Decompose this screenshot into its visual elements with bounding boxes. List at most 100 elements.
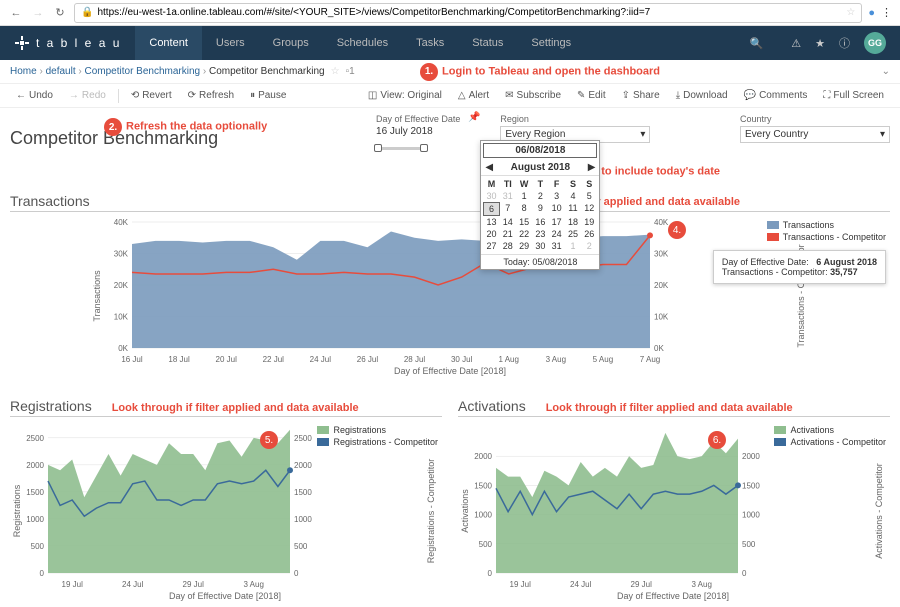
svg-text:500: 500 xyxy=(479,540,493,549)
activations-title: Activations xyxy=(458,398,526,414)
nav-groups[interactable]: Groups xyxy=(259,26,323,60)
calendar-day[interactable]: 16 xyxy=(532,216,548,228)
view-button[interactable]: ◫ View: Original xyxy=(362,88,448,103)
datepicker-current[interactable]: 06/08/2018 xyxy=(483,143,597,158)
nav-users[interactable]: Users xyxy=(202,26,259,60)
url-bar[interactable]: 🔒 ☆ xyxy=(74,3,862,23)
registrations-chart[interactable]: 0050050010001000150015002000200025002500… xyxy=(10,421,440,601)
breadcrumb-item[interactable]: Home xyxy=(10,66,37,77)
menu-icon[interactable]: ⋮ xyxy=(881,6,892,19)
svg-text:500: 500 xyxy=(31,542,45,551)
chevron-down-icon[interactable]: ⌄ xyxy=(882,66,890,77)
calendar-day[interactable]: 4 xyxy=(565,190,581,202)
calendar-day[interactable]: 18 xyxy=(565,216,581,228)
datepicker-today[interactable]: Today: 05/08/2018 xyxy=(481,254,599,269)
calendar-day[interactable]: 30 xyxy=(483,190,499,202)
calendar-day[interactable]: 13 xyxy=(483,216,499,228)
calendar-day[interactable]: 8 xyxy=(516,202,532,216)
callout-2: Refresh the data optionally xyxy=(126,121,267,133)
svg-text:Transactions: Transactions xyxy=(92,270,102,322)
alert-icon[interactable]: ⚠ xyxy=(791,37,801,50)
datepicker: 06/08/2018 ◀ August 2018 ▶ MTIWTFSS30311… xyxy=(480,140,600,270)
reload-icon[interactable]: ↻ xyxy=(52,5,68,21)
transactions-chart-wrap: Look through if filter applied and data … xyxy=(10,216,890,386)
svg-text:1500: 1500 xyxy=(474,481,492,490)
nav-content[interactable]: Content xyxy=(135,26,202,60)
svg-text:30K: 30K xyxy=(654,250,669,259)
info-icon[interactable]: ⓘ xyxy=(839,35,850,51)
star-icon[interactable]: ☆ xyxy=(846,7,855,18)
svg-text:7 Aug: 7 Aug xyxy=(640,355,660,364)
calendar-day[interactable]: 20 xyxy=(483,228,499,240)
calendar-day[interactable]: 5 xyxy=(581,190,597,202)
calendar-day[interactable]: 27 xyxy=(483,240,499,252)
nav-settings[interactable]: Settings xyxy=(517,26,585,60)
subscribe-button[interactable]: ✉ Subscribe xyxy=(499,88,567,103)
calendar-day[interactable]: 1 xyxy=(516,190,532,202)
calendar-day[interactable]: 28 xyxy=(500,240,516,252)
svg-text:Activations - Competitor: Activations - Competitor xyxy=(874,463,884,559)
forward-icon[interactable]: → xyxy=(30,5,46,21)
calendar-day[interactable]: 31 xyxy=(500,190,516,202)
breadcrumb-item[interactable]: Competitor Benchmarking xyxy=(85,66,201,77)
calendar-day[interactable]: 31 xyxy=(549,240,565,252)
calendar-day[interactable]: 26 xyxy=(581,228,597,240)
calendar-day[interactable]: 19 xyxy=(581,216,597,228)
breadcrumb-item[interactable]: default xyxy=(46,66,76,77)
calendar-day[interactable]: 17 xyxy=(549,216,565,228)
calendar-day[interactable]: 11 xyxy=(565,202,581,216)
calendar-day[interactable]: 2 xyxy=(581,240,597,252)
calendar-day[interactable]: 29 xyxy=(516,240,532,252)
share-button[interactable]: ⇪ Share xyxy=(616,88,666,103)
undo-button[interactable]: ← Undo xyxy=(10,88,59,103)
calendar-day[interactable]: 3 xyxy=(549,190,565,202)
url-input[interactable] xyxy=(97,7,842,18)
calendar-day[interactable]: 9 xyxy=(532,202,548,216)
prev-month-icon[interactable]: ◀ xyxy=(485,162,493,173)
pause-button[interactable]: ⏸ Pause xyxy=(244,88,292,103)
calendar-day[interactable]: 2 xyxy=(532,190,548,202)
edit-button[interactable]: ✎ Edit xyxy=(571,88,612,103)
calendar-day[interactable]: 12 xyxy=(581,202,597,216)
country-select[interactable]: Every Country▾ xyxy=(740,126,890,143)
calendar-day[interactable]: 22 xyxy=(516,228,532,240)
calendar-day[interactable]: 25 xyxy=(565,228,581,240)
pin-icon[interactable]: 📌 xyxy=(468,112,480,123)
back-icon[interactable]: ← xyxy=(8,5,24,21)
svg-text:Activations: Activations xyxy=(460,489,470,533)
search-icon[interactable]: 🔍 xyxy=(750,37,764,50)
next-month-icon[interactable]: ▶ xyxy=(588,162,596,173)
calendar-day[interactable]: 14 xyxy=(500,216,516,228)
favorite-icon[interactable]: ★ xyxy=(815,37,825,50)
tableau-logo[interactable]: t a b l e a u xyxy=(0,35,135,51)
transactions-chart[interactable]: 0K0K10K10K20K20K30K30K40K40K16 Jul18 Jul… xyxy=(10,216,890,376)
download-button[interactable]: ⤓ Download xyxy=(670,88,734,103)
calendar-day[interactable]: 24 xyxy=(549,228,565,240)
calendar-day[interactable]: 1 xyxy=(565,240,581,252)
fullscreen-button[interactable]: ⛶ Full Screen xyxy=(817,88,890,103)
nav-schedules[interactable]: Schedules xyxy=(323,26,402,60)
calendar-day[interactable]: 21 xyxy=(500,228,516,240)
comments-button[interactable]: 💬 Comments xyxy=(738,88,814,103)
refresh-button[interactable]: ⟳ Refresh xyxy=(182,88,240,103)
avatar[interactable]: GG xyxy=(864,32,886,54)
svg-text:2000: 2000 xyxy=(294,461,312,470)
profile-icon[interactable]: ● xyxy=(868,7,875,19)
revert-button[interactable]: ⟲ Revert xyxy=(125,88,178,103)
date-slider[interactable] xyxy=(376,147,426,150)
alert-button[interactable]: △ Alert xyxy=(452,88,495,103)
nav-tasks[interactable]: Tasks xyxy=(402,26,458,60)
calendar-day[interactable]: 10 xyxy=(549,202,565,216)
calendar-day[interactable]: 7 xyxy=(500,202,516,216)
calendar-day[interactable]: 15 xyxy=(516,216,532,228)
svg-text:20K: 20K xyxy=(654,281,669,290)
activations-chart[interactable]: 0050050010001000150015002000200019 Jul24… xyxy=(458,421,888,601)
svg-text:19 Jul: 19 Jul xyxy=(510,580,532,589)
calendar-day[interactable]: 30 xyxy=(532,240,548,252)
redo-button[interactable]: → Redo xyxy=(63,88,112,103)
svg-text:500: 500 xyxy=(742,540,756,549)
calendar-day[interactable]: 6 xyxy=(483,202,499,216)
favorite-toggle[interactable]: ☆ xyxy=(331,66,340,77)
calendar-day[interactable]: 23 xyxy=(532,228,548,240)
nav-status[interactable]: Status xyxy=(458,26,517,60)
